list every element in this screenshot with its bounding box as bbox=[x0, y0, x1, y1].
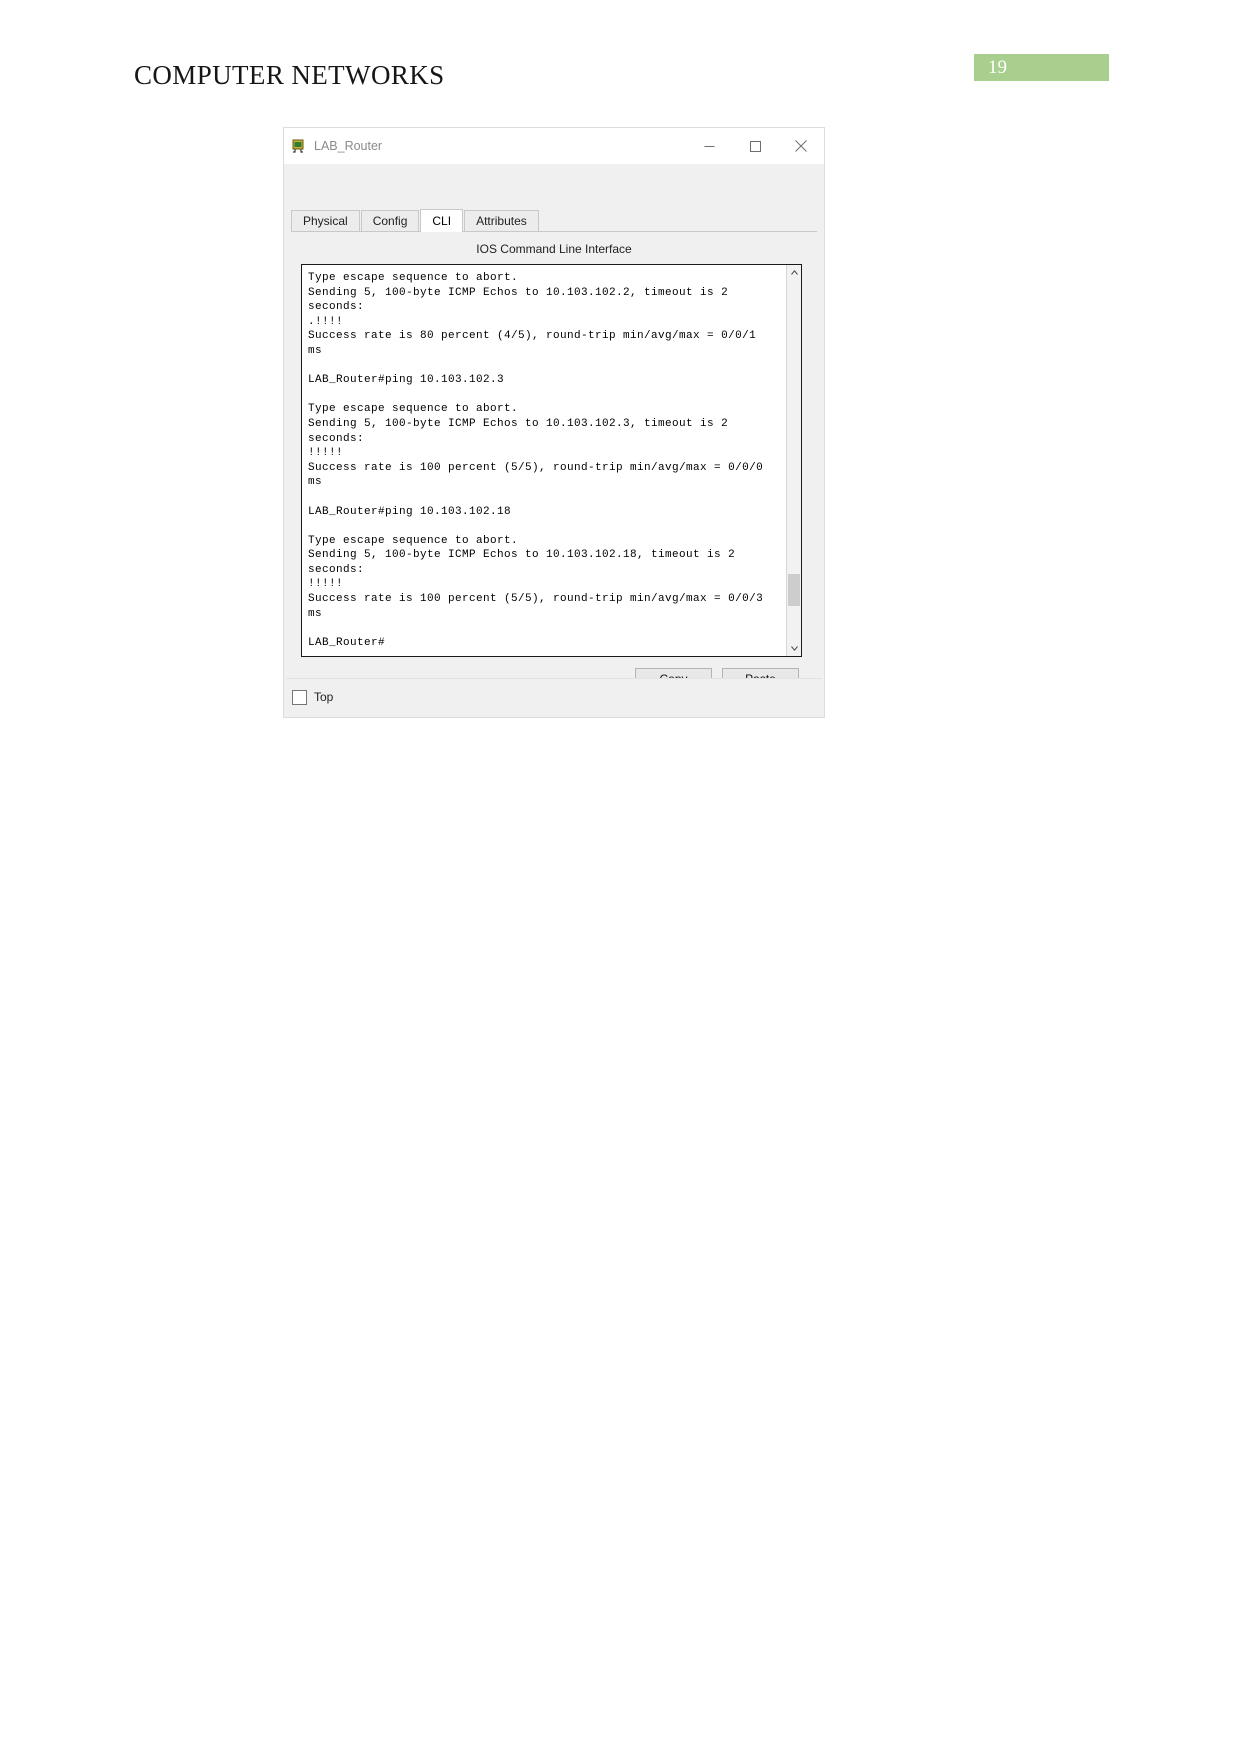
cli-vertical-scrollbar[interactable] bbox=[786, 265, 801, 656]
window-titlebar: LAB_Router bbox=[284, 128, 824, 164]
maximize-icon[interactable] bbox=[732, 128, 778, 164]
router-device-icon bbox=[290, 138, 306, 154]
window-controls bbox=[686, 128, 824, 164]
tab-attributes[interactable]: Attributes bbox=[464, 210, 539, 231]
window-footer: Top bbox=[286, 678, 822, 715]
cli-output-text: Type escape sequence to abort. Sending 5… bbox=[308, 272, 764, 649]
tab-config[interactable]: Config bbox=[360, 210, 420, 231]
close-icon[interactable] bbox=[778, 128, 824, 164]
minimize-icon[interactable] bbox=[686, 128, 732, 164]
device-window: LAB_Router Physical Config CLI Attribute… bbox=[283, 127, 825, 718]
top-checkbox[interactable] bbox=[292, 689, 307, 705]
tab-physical[interactable]: Physical bbox=[291, 210, 360, 231]
device-panel: Physical Config CLI Attributes IOS Comma… bbox=[285, 164, 823, 716]
page-number-badge: 19 bbox=[974, 54, 1109, 81]
cli-terminal[interactable]: Type escape sequence to abort. Sending 5… bbox=[301, 264, 802, 657]
window-title: LAB_Router bbox=[314, 139, 383, 153]
cli-caption: IOS Command Line Interface bbox=[476, 242, 632, 256]
page-title: COMPUTER NETWORKS bbox=[134, 60, 445, 90]
scrollbar-thumb[interactable] bbox=[788, 574, 800, 606]
top-checkbox-label: Top bbox=[314, 690, 334, 704]
tab-strip: Physical Config CLI Attributes bbox=[291, 209, 817, 232]
cli-output-area[interactable]: Type escape sequence to abort. Sending 5… bbox=[302, 265, 786, 656]
tab-cli[interactable]: CLI bbox=[420, 209, 464, 232]
chevron-up-icon[interactable] bbox=[787, 265, 801, 280]
chevron-down-icon[interactable] bbox=[787, 641, 801, 656]
